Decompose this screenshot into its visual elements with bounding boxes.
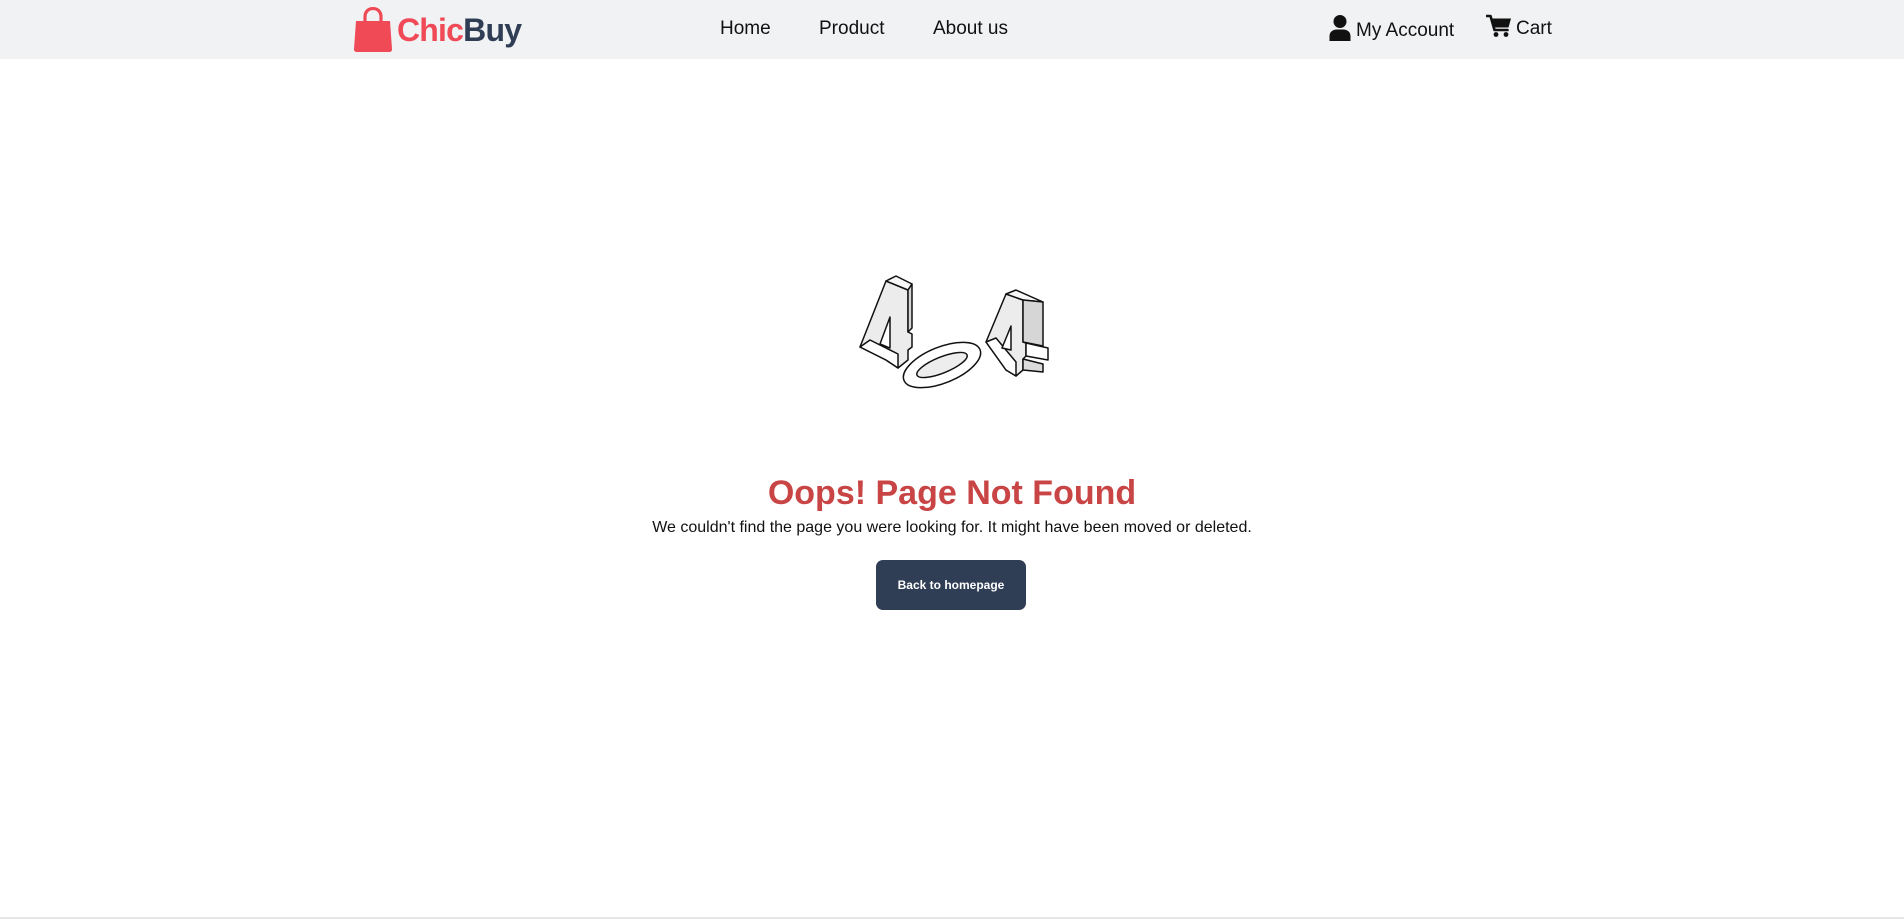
nav-about-link[interactable]: About us [933,18,1008,40]
my-account-link[interactable]: My Account [1329,14,1454,47]
back-to-homepage-button[interactable]: Back to homepage [876,560,1026,610]
page-title: Oops! Page Not Found [767,474,1137,512]
my-account-label: My Account [1356,19,1455,41]
logo-text: ChicBuy [397,12,522,48]
error-message: We couldn't find the page you were looki… [652,519,1252,536]
logo-text-chic: Chic [397,12,464,48]
top-navigation-bar: ChicBuy Home Product About us My Account… [0,0,1904,59]
404-illustration-icon [848,272,1058,405]
nav-home-link[interactable]: Home [720,18,771,40]
user-icon [1329,14,1351,47]
cart-label: Cart [1516,17,1552,39]
logo-text-buy: Buy [463,12,522,48]
cart-link[interactable]: Cart [1485,14,1552,43]
cart-icon [1485,14,1512,43]
shopping-bag-icon [352,7,394,53]
nav-product-link[interactable]: Product [819,18,884,40]
logo-link[interactable]: ChicBuy [352,6,522,54]
